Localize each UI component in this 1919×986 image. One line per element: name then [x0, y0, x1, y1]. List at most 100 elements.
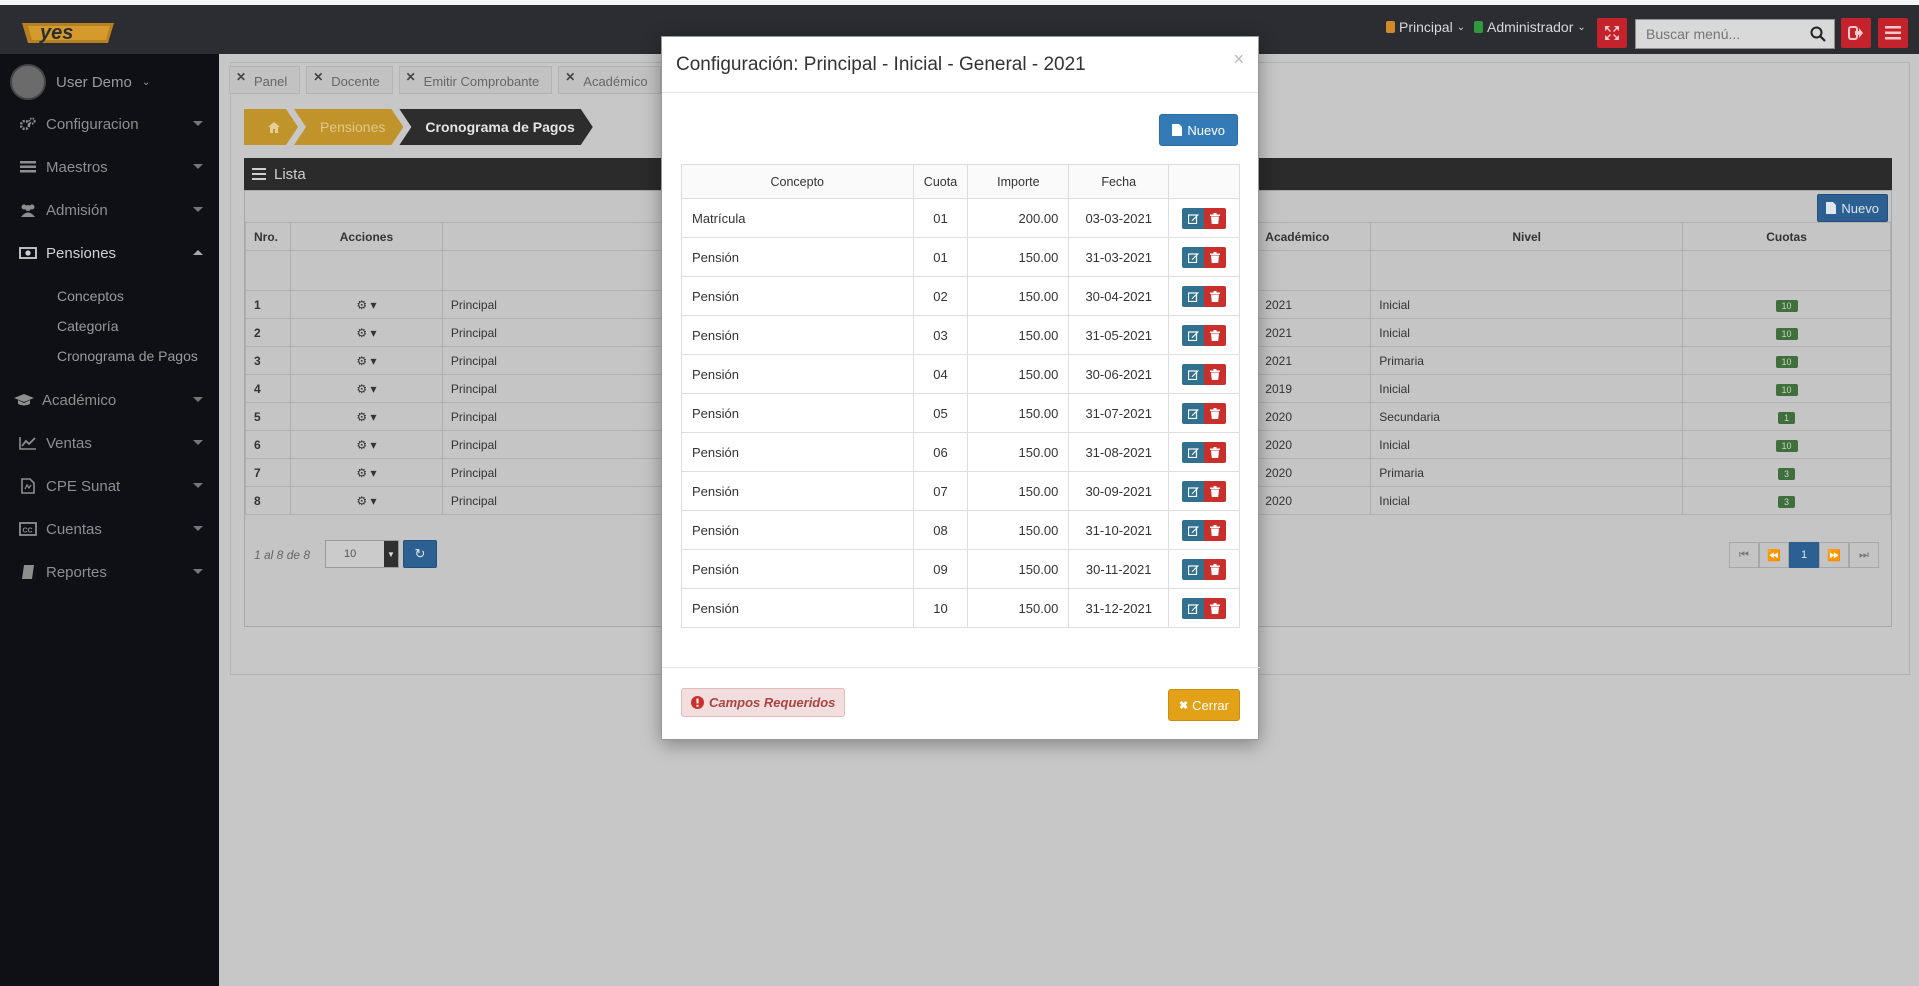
sidebar-item-cpe-sunat[interactable]: CPE Sunat — [0, 468, 219, 504]
delete-button[interactable] — [1204, 597, 1227, 619]
sidebar-item-academico[interactable]: Académico — [0, 382, 219, 418]
user-menu[interactable]: User Demo ⌄ — [10, 64, 150, 100]
actions-dropdown[interactable]: ⚙ ▾ — [289, 318, 443, 347]
logout-button[interactable] — [1841, 18, 1871, 48]
edit-button[interactable] — [1182, 441, 1205, 463]
tab-docente[interactable]: ✕ Docente — [306, 66, 393, 94]
cell-cuota: 08 — [912, 510, 969, 550]
delete-button[interactable] — [1204, 480, 1227, 502]
sidebar-item-pensiones[interactable]: Pensiones — [0, 235, 219, 271]
edit-icon — [1187, 369, 1199, 380]
breadcrumb: Pensiones Cronograma de Pagos — [244, 109, 589, 145]
edit-button[interactable] — [1182, 363, 1205, 385]
col-importe: Importe — [967, 164, 1070, 199]
edit-button[interactable] — [1182, 519, 1205, 541]
edit-button[interactable] — [1182, 480, 1205, 502]
col-academico[interactable]: Académico — [1256, 222, 1372, 251]
delete-button[interactable] — [1204, 324, 1227, 346]
sidebar: User Demo ⌄ Configuracion Maestros Admis… — [0, 54, 219, 986]
delete-button[interactable] — [1204, 285, 1227, 307]
delete-button[interactable] — [1204, 558, 1227, 580]
pagination-info: 1 al 8 de 8 — [254, 548, 311, 562]
page-size-select[interactable]: 10 ▼ — [325, 540, 399, 568]
edit-icon — [1187, 564, 1199, 575]
cell-cuota: 07 — [912, 471, 969, 511]
fullscreen-button[interactable] — [1597, 18, 1627, 48]
submenu-categoria[interactable]: Categoría — [57, 318, 118, 334]
sede-dropdown[interactable]: Principal ⌄ — [1386, 19, 1465, 35]
close-icon[interactable]: ✕ — [236, 70, 246, 84]
delete-button[interactable] — [1204, 441, 1227, 463]
breadcrumb-pensiones[interactable]: Pensiones — [294, 109, 403, 145]
edit-button[interactable] — [1182, 558, 1205, 580]
delete-button[interactable] — [1204, 402, 1227, 424]
edit-button[interactable] — [1182, 246, 1205, 268]
edit-button[interactable] — [1182, 324, 1205, 346]
sidebar-item-cuentas[interactable]: CC Cuentas — [0, 511, 219, 547]
filter-nivel[interactable] — [1370, 250, 1684, 291]
submenu-conceptos[interactable]: Conceptos — [57, 288, 124, 304]
table-row: Pensión 10 150.00 31-12-2021 — [681, 588, 1240, 628]
modal-close-button[interactable]: × — [1233, 49, 1244, 70]
page-button-current[interactable]: 1 — [1789, 542, 1819, 568]
filter-cuotas[interactable] — [1682, 250, 1891, 291]
menu-toggle-button[interactable] — [1878, 18, 1908, 48]
delete-button[interactable] — [1204, 363, 1227, 385]
tab-academico[interactable]: ✕ Académico — [558, 66, 661, 94]
col-cuotas[interactable]: Cuotas — [1682, 222, 1891, 251]
tab-panel[interactable]: ✕ Panel — [229, 66, 301, 94]
sidebar-item-label: Maestros — [46, 158, 108, 176]
actions-dropdown[interactable]: ⚙ ▾ — [289, 374, 443, 403]
search-icon[interactable] — [1810, 26, 1826, 42]
delete-button[interactable] — [1204, 519, 1227, 541]
role-dropdown[interactable]: Administrador ⌄ — [1474, 19, 1586, 35]
submenu-cronograma-de-pagos[interactable]: Cronograma de Pagos — [57, 348, 198, 364]
actions-dropdown[interactable]: ⚙ ▾ — [289, 290, 443, 319]
actions-dropdown[interactable]: ⚙ ▾ — [289, 430, 443, 459]
delete-button[interactable] — [1204, 246, 1227, 268]
prev-page-button[interactable]: ⏪ — [1759, 542, 1789, 568]
col-nivel[interactable]: Nivel — [1370, 222, 1684, 251]
first-page-button[interactable]: ⏮ — [1729, 542, 1759, 568]
close-icon[interactable]: ✕ — [313, 70, 323, 84]
sidebar-item-reportes[interactable]: Reportes — [0, 554, 219, 590]
sidebar-item-configuracion[interactable]: Configuracion — [0, 106, 219, 142]
col-nro: Nro. — [245, 222, 291, 251]
sidebar-item-ventas[interactable]: Ventas — [0, 425, 219, 461]
actions-dropdown[interactable]: ⚙ ▾ — [289, 458, 443, 487]
edit-button[interactable] — [1182, 207, 1205, 229]
tab-emitir-comprobante[interactable]: ✕ Emitir Comprobante — [398, 66, 553, 94]
cell-fecha: 31-05-2021 — [1068, 315, 1170, 355]
list-nuevo-button[interactable]: Nuevo — [1817, 194, 1888, 222]
edit-button[interactable] — [1182, 285, 1205, 307]
close-icon[interactable]: ✕ — [406, 70, 416, 84]
cell-cuota: 02 — [912, 276, 969, 316]
last-page-button[interactable]: ⏭ — [1849, 542, 1879, 568]
refresh-button[interactable]: ↻ — [403, 540, 437, 568]
search-input[interactable] — [1636, 20, 1796, 48]
table-row: Pensión 06 150.00 31-08-2021 — [681, 432, 1240, 472]
cell-cuota: 09 — [912, 549, 969, 589]
actions-dropdown[interactable]: ⚙ ▾ — [289, 346, 443, 375]
delete-button[interactable] — [1204, 207, 1227, 229]
table-row: Pensión 03 150.00 31-05-2021 — [681, 315, 1240, 355]
actions-dropdown[interactable]: ⚙ ▾ — [289, 486, 443, 515]
sidebar-item-maestros[interactable]: Maestros — [0, 149, 219, 185]
cuotas-badge: 1 — [1778, 411, 1796, 424]
next-page-button[interactable]: ⏩ — [1819, 542, 1849, 568]
filter-academico[interactable] — [1256, 250, 1372, 291]
breadcrumb-home[interactable] — [244, 109, 298, 145]
table-header-row: Concepto Cuota Importe Fecha — [681, 164, 1240, 199]
actions-dropdown[interactable]: ⚙ ▾ — [289, 402, 443, 431]
close-icon[interactable]: ✕ — [565, 70, 575, 84]
modal-nuevo-button[interactable]: Nuevo — [1159, 114, 1238, 146]
sidebar-item-admision[interactable]: Admisión — [0, 192, 219, 228]
cell-importe: 150.00 — [967, 393, 1070, 433]
close-icon: ✖ — [1178, 699, 1189, 712]
edit-button[interactable] — [1182, 402, 1205, 424]
cerrar-button[interactable]: ✖ Cerrar — [1167, 689, 1240, 721]
edit-button[interactable] — [1182, 597, 1205, 619]
app-logo[interactable]: yes — [18, 17, 122, 49]
graduation-cap-icon — [14, 393, 34, 407]
exclamation-circle-icon — [691, 696, 704, 709]
